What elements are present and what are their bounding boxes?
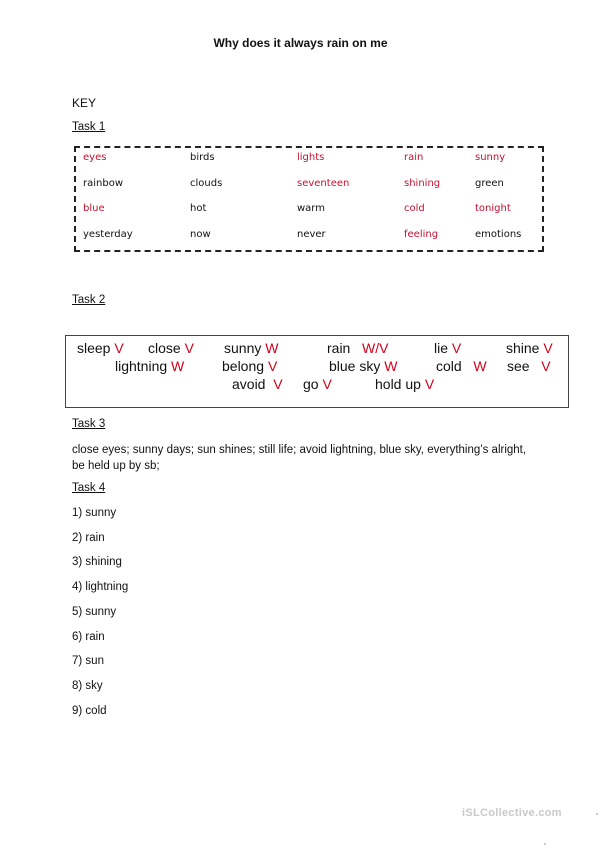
decorative-dot (596, 813, 598, 815)
task2-item: sunny W (224, 340, 279, 356)
task2-mark: W (384, 358, 398, 374)
task1-word: rainbow (83, 178, 123, 189)
task4-answer: 3) shining (72, 556, 122, 568)
task2-mark: V (541, 358, 551, 374)
task4-answer: 2) rain (72, 532, 105, 544)
task1-word: blue (83, 203, 105, 214)
task2-item: belong V (222, 358, 278, 374)
task1-word: feeling (404, 229, 439, 240)
task1-word: cold (404, 203, 425, 214)
task4-heading: Task 4 (72, 482, 106, 494)
task2-item: rain W/V (327, 340, 389, 356)
task1-word: emotions (475, 229, 522, 240)
task1-word: birds (190, 152, 215, 163)
task4-answer: 6) rain (72, 631, 105, 643)
task1-word: lights (297, 152, 325, 163)
task2-item: see V (507, 358, 551, 374)
task1-word: clouds (190, 178, 223, 189)
task4-answer: 8) sky (72, 680, 103, 692)
task1-word: eyes (83, 152, 107, 163)
task2-item: go V (303, 376, 332, 392)
task2-mark: V (543, 340, 553, 356)
task4-answer: 4) lightning (72, 581, 129, 593)
task4-answer: 7) sun (72, 655, 104, 667)
task1-word: hot (190, 203, 207, 214)
task2-item: sleep V (77, 340, 124, 356)
task1-heading: Task 1 (72, 121, 106, 133)
task3-answer-text: close eyes; sunny days; sun shines; stil… (72, 444, 527, 472)
task2-heading: Task 2 (72, 294, 106, 306)
key-label: KEY (72, 96, 97, 110)
task1-word: green (475, 178, 504, 189)
task1-word: now (190, 229, 211, 240)
task2-mark: V (273, 376, 283, 392)
task2-item: hold up V (375, 376, 435, 392)
task1-word: shining (404, 178, 441, 189)
task1-word: tonight (475, 203, 511, 214)
task3-heading: Task 3 (72, 418, 106, 430)
task1-word: never (297, 229, 326, 240)
task1-word: seventeen (297, 178, 350, 189)
task2-item: close V (148, 340, 194, 356)
task2-item: lightning W (115, 358, 185, 374)
task4-answer: 1) sunny (72, 507, 117, 519)
task4-answer: 5) sunny (72, 606, 117, 618)
task2-mark: W (171, 358, 185, 374)
task2-word-box: sleep V close V sunny W rain W/V lie V s… (65, 335, 569, 408)
task2-item: cold W (436, 358, 487, 374)
task1-word: sunny (475, 152, 506, 163)
task2-mark: W (265, 340, 279, 356)
task1-word: rain (404, 152, 424, 163)
task2-mark: W (473, 358, 487, 374)
decorative-dot (544, 843, 546, 845)
task2-item: shine V (506, 340, 553, 356)
task2-mark: V (322, 376, 332, 392)
watermark: iSLCollective.com (462, 807, 562, 819)
task2-item: avoid V (232, 376, 283, 392)
task2-item: lie V (434, 340, 462, 356)
task2-mark: W/V (362, 340, 389, 356)
task1-word-box: eyes birds lights rain sunny rainbow clouds sev… (74, 146, 544, 252)
task1-word: warm (297, 203, 325, 214)
task2-mark: V (451, 340, 462, 356)
task2-mark: V (114, 340, 124, 356)
page-title: Why does it always rain on me (213, 36, 388, 50)
task2-mark: V (184, 340, 194, 356)
task2-mark: V (424, 376, 435, 392)
task1-word: yesterday (83, 229, 133, 240)
task2-mark: V (267, 358, 278, 374)
task4-answer: 9) cold (72, 705, 107, 717)
task2-item: blue sky W (329, 358, 398, 374)
